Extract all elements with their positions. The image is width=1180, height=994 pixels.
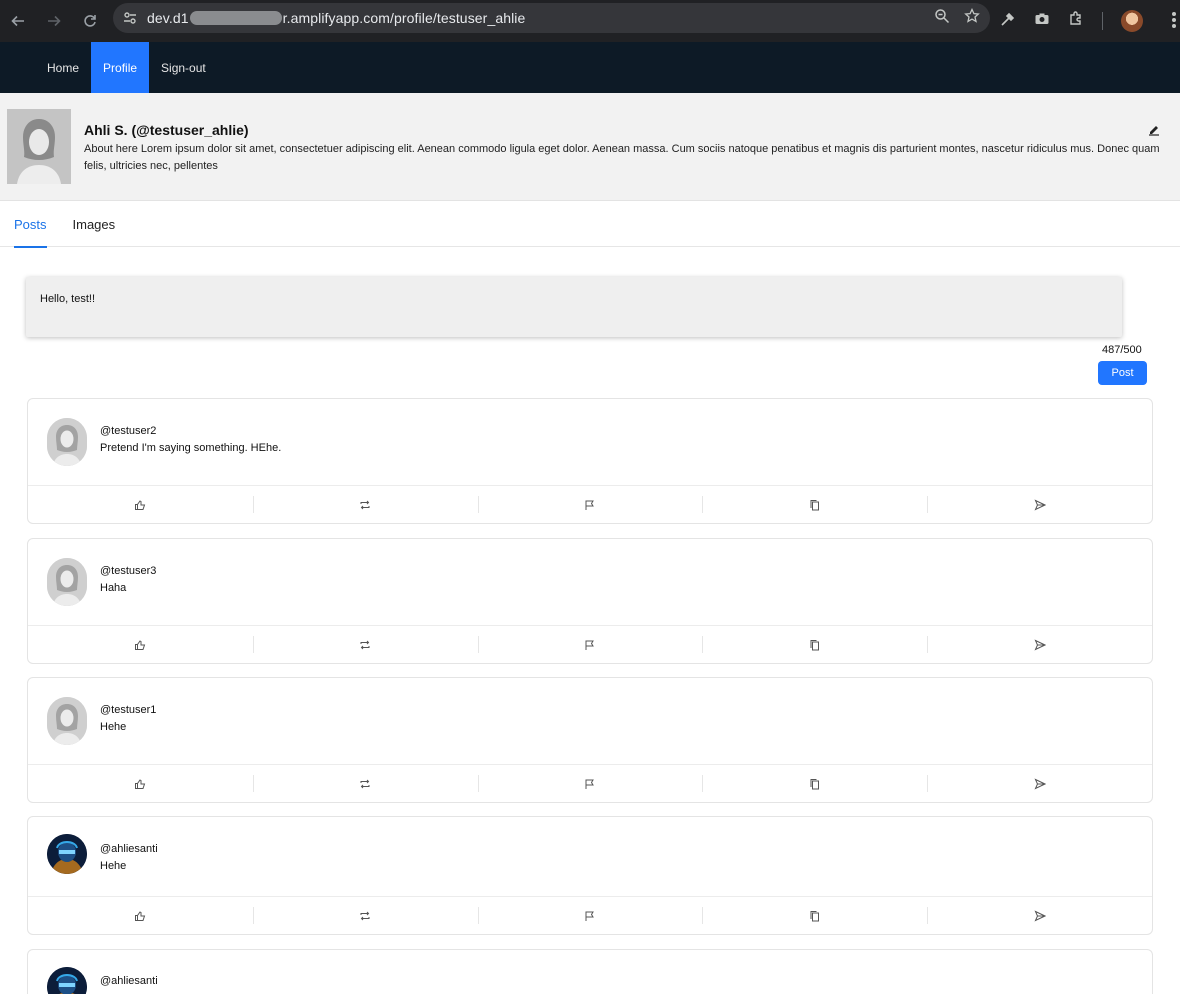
copy-button[interactable] [702,626,927,663]
flag-icon [585,911,594,921]
send-icon [1034,498,1046,511]
repost-icon [360,779,370,788]
copy-icon [810,499,819,510]
post-button[interactable]: Post [1098,361,1147,385]
repost-icon [360,640,370,649]
edit-pencil-icon[interactable] [1148,123,1160,141]
nav-profile[interactable]: Profile [91,42,150,93]
profile-about: About here Lorem ipsum dolor sit amet, c… [84,143,1160,172]
post-username[interactable]: @ahliesanti [100,975,158,987]
profile-name: Ahli S. (@testuser_ahlie) [84,122,249,138]
profile-avatar-icon[interactable] [1121,10,1143,32]
post-card: @testuser3 Haha [27,538,1153,664]
nav-sign-out[interactable]: Sign-out [149,42,218,93]
post-text: Haha [100,582,127,594]
send-button[interactable] [927,897,1152,934]
post-username[interactable]: @ahliesanti [100,843,158,855]
toolbar-divider [1102,12,1103,30]
back-button[interactable] [0,3,36,39]
flag-icon [585,640,594,650]
post-actions [28,486,1152,523]
flag-button[interactable] [477,897,703,934]
like-button[interactable] [28,765,253,802]
post-actions [28,765,1152,802]
post-composer-input[interactable]: Hello, test!! [26,277,1122,337]
like-button[interactable] [28,626,253,663]
address-bar[interactable]: dev.d1 r.amplifyapp.com/profile/testuser… [113,3,990,33]
camera-icon[interactable] [1034,11,1050,32]
flag-button[interactable] [477,486,703,523]
site-info-icon[interactable] [113,11,147,25]
tab-images[interactable]: Images [73,201,116,247]
post-card: @ahliesanti [27,949,1153,994]
char-count: 487/500 [1102,344,1142,356]
repost-button[interactable] [252,486,478,523]
repost-icon [360,911,370,920]
like-icon [135,499,146,510]
reload-icon [84,15,96,27]
extensions-icon[interactable] [1068,10,1084,32]
send-button[interactable] [927,765,1152,802]
eyedropper-icon[interactable] [1000,11,1016,32]
send-icon [1034,909,1046,922]
post-card: @testuser1 Hehe [27,677,1153,803]
flag-button[interactable] [477,626,703,663]
zoom-icon[interactable] [934,8,950,29]
send-icon [1034,638,1046,651]
profile-tabs: Posts Images [0,201,1180,248]
post-username[interactable]: @testuser2 [100,425,156,437]
post-card: @testuser2 Pretend I'm saying something.… [27,398,1153,524]
app-navbar: Home Profile Sign-out [0,42,1180,93]
copy-button[interactable] [702,486,927,523]
browser-toolbar: dev.d1 r.amplifyapp.com/profile/testuser… [0,0,1180,42]
repost-icon [360,500,370,509]
like-icon [135,778,146,789]
url-prefix: dev.d1 [147,10,189,26]
menu-dots-icon[interactable] [1172,12,1176,28]
copy-button[interactable] [702,897,927,934]
copy-button[interactable] [702,765,927,802]
repost-button[interactable] [252,765,478,802]
user-avatar[interactable] [47,558,87,606]
user-avatar[interactable] [47,418,87,466]
repost-button[interactable] [252,897,478,934]
flag-button[interactable] [477,765,703,802]
like-button[interactable] [28,897,253,934]
tab-posts[interactable]: Posts [14,201,47,248]
post-text: Hehe [100,721,127,733]
user-avatar[interactable] [47,834,87,874]
url-text: dev.d1 r.amplifyapp.com/profile/testuser… [147,10,525,26]
send-icon [1034,777,1046,790]
like-icon [135,639,146,650]
forward-button[interactable] [36,3,72,39]
copy-icon [810,778,819,789]
send-button[interactable] [927,486,1152,523]
like-icon [135,910,146,921]
post-actions [28,897,1152,934]
post-username[interactable]: @testuser3 [100,565,156,577]
flag-icon [585,779,594,789]
reload-button[interactable] [72,3,108,39]
redacted-url-segment [189,11,282,25]
bookmark-star-icon[interactable] [964,7,980,29]
like-button[interactable] [28,486,253,523]
post-username[interactable]: @testuser1 [100,704,156,716]
post-text: Pretend I'm saying something. HEhe. [100,442,282,454]
post-text: Hehe [100,860,127,872]
post-actions [28,626,1152,663]
user-avatar[interactable] [47,967,87,994]
profile-header: Ahli S. (@testuser_ahlie) About here Lor… [0,93,1180,201]
copy-icon [810,639,819,650]
user-avatar[interactable] [47,697,87,745]
post-card: @ahliesanti Hehe [27,816,1153,935]
flag-icon [585,500,594,510]
nav-home[interactable]: Home [35,42,91,93]
arrow-right-icon [48,15,61,27]
profile-avatar [7,109,71,184]
copy-icon [810,910,819,921]
url-suffix: r.amplifyapp.com/profile/testuser_ahlie [282,10,526,26]
send-button[interactable] [927,626,1152,663]
arrow-left-icon [11,15,24,27]
repost-button[interactable] [252,626,478,663]
